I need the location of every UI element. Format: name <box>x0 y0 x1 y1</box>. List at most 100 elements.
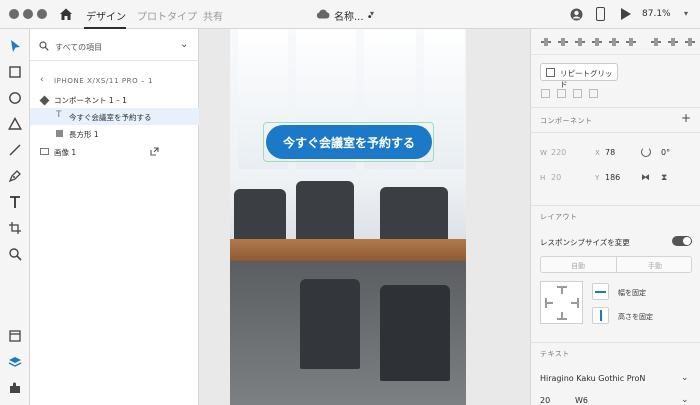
fix-height-button[interactable] <box>592 307 609 324</box>
canvas[interactable]: 今すぐ会議室を予約する <box>199 29 530 405</box>
align-right-icon[interactable] <box>626 37 636 47</box>
layer-label: コンポーネント 1 – 1 <box>54 96 127 105</box>
title-bar: デザイン プロトタイプ 共有 名称... • ▾ 87.1% ▾ <box>0 0 700 29</box>
flip-horizontal-icon[interactable]: ⧓ <box>641 173 650 183</box>
rotate-icon <box>641 147 651 157</box>
artboard-iphone[interactable]: 今すぐ会議室を予約する <box>230 29 466 405</box>
ellipse-tool-icon[interactable] <box>8 91 22 105</box>
align-toolbar <box>531 29 700 55</box>
tab-prototype[interactable]: プロトタイプ <box>137 8 197 23</box>
artboard-breadcrumb[interactable]: ‹ IPHONE X/XS/11 PRO – 1 <box>30 73 199 89</box>
tab-share[interactable]: 共有 <box>203 8 223 23</box>
component-icon <box>39 95 50 106</box>
font-family-select[interactable]: Hiragino Kaku Gothic ProN <box>540 374 645 383</box>
y-field[interactable]: 186 <box>605 173 620 182</box>
filter-label: すべての項目 <box>55 43 103 52</box>
seg-manual[interactable]: 手動 <box>648 261 662 271</box>
layer-filter[interactable]: すべての項目 ⌄ <box>30 29 199 61</box>
zoom-tool-icon[interactable] <box>8 247 22 261</box>
fix-width-button[interactable] <box>592 283 609 300</box>
flip-vertical-icon[interactable]: ⧗ <box>661 173 667 183</box>
property-inspector: リピートグリッド コンポーネント + W 220 X 78 0° H 20 Y … <box>530 29 700 405</box>
artboard-tool-icon[interactable] <box>8 221 22 235</box>
font-weight-select[interactable]: W6 <box>575 396 588 405</box>
cta-button[interactable]: 今すぐ会議室を予約する <box>266 125 432 159</box>
layer-label: 画像 1 <box>54 148 77 157</box>
fix-height-label: 高さを固定 <box>618 313 653 321</box>
user-icon[interactable] <box>570 8 583 21</box>
distribute-spacing-icon[interactable] <box>685 37 695 47</box>
align-middle-icon[interactable] <box>558 37 568 47</box>
text-section-title: テキスト <box>540 350 570 358</box>
font-size-field[interactable]: 20 <box>540 396 550 405</box>
constraint-widget[interactable] <box>540 281 583 324</box>
line-tool-icon[interactable] <box>8 143 22 157</box>
window-zoom-button[interactable] <box>37 9 47 19</box>
distribute-vertical-icon[interactable] <box>668 37 678 47</box>
image-icon <box>40 148 49 155</box>
chevron-down-icon[interactable]: ⌄ <box>180 39 188 50</box>
text-icon: T <box>56 110 62 120</box>
height-field[interactable]: 20 <box>551 173 561 182</box>
chevron-left-icon[interactable]: ‹ <box>40 75 44 85</box>
layers-panel-icon[interactable] <box>8 355 22 369</box>
play-icon[interactable] <box>621 8 631 20</box>
layers-panel: すべての項目 ⌄ ‹ IPHONE X/XS/11 PRO – 1 コンポーネン… <box>30 29 199 405</box>
chevron-down-icon[interactable]: ⌄ <box>681 373 689 383</box>
width-field[interactable]: 220 <box>551 148 566 157</box>
layer-item-component[interactable]: コンポーネント 1 – 1 <box>30 91 199 108</box>
layer-item-text[interactable]: T 今すぐ会議室を予約する <box>30 108 199 125</box>
plugins-panel-icon[interactable] <box>8 381 22 395</box>
tab-design[interactable]: デザイン <box>86 8 126 23</box>
pen-tool-icon[interactable] <box>8 169 22 183</box>
search-icon <box>39 41 49 51</box>
rectangle-tool-icon[interactable] <box>8 65 22 79</box>
layer-item-rectangle[interactable]: 長方形 1 <box>30 125 199 142</box>
layer-item-image[interactable]: 画像 1 <box>30 143 199 160</box>
boolean-intersect-icon[interactable] <box>573 89 582 98</box>
grid-icon <box>546 68 555 77</box>
height-label: H <box>540 174 546 182</box>
align-left-icon[interactable] <box>592 37 602 47</box>
distribute-horizontal-icon[interactable] <box>651 37 661 47</box>
chevron-down-icon[interactable]: ▾ <box>684 9 688 18</box>
tool-bar <box>0 29 30 405</box>
boolean-add-icon[interactable] <box>541 89 550 98</box>
align-top-icon[interactable] <box>541 37 551 47</box>
window-minimize-button[interactable] <box>23 9 33 19</box>
layer-label: 長方形 1 <box>69 130 99 139</box>
seg-auto[interactable]: 自動 <box>571 261 585 271</box>
window-close-button[interactable] <box>9 9 19 19</box>
height-pin-icon <box>600 310 602 321</box>
assets-panel-icon[interactable] <box>8 329 22 343</box>
y-label: Y <box>595 174 600 182</box>
add-state-icon[interactable]: + <box>681 111 691 125</box>
repeat-grid-label: リピートグリッド <box>560 69 613 89</box>
x-field[interactable]: 78 <box>605 148 615 157</box>
width-pin-icon <box>595 291 606 293</box>
repeat-grid-button[interactable]: リピートグリッド <box>540 63 618 89</box>
boolean-subtract-icon[interactable] <box>557 89 566 98</box>
cloud-icon <box>316 9 330 19</box>
polygon-tool-icon[interactable] <box>8 117 22 131</box>
chevron-down-icon[interactable]: ⌄ <box>681 395 689 405</box>
align-bottom-icon[interactable] <box>575 37 585 47</box>
artboard-name: IPHONE X/XS/11 PRO – 1 <box>54 77 154 85</box>
open-external-icon[interactable] <box>150 147 159 156</box>
responsive-resize-toggle[interactable] <box>672 236 692 246</box>
chevron-down-icon[interactable]: ▾ <box>370 9 374 18</box>
mobile-preview-icon[interactable] <box>596 7 605 21</box>
rectangle-icon <box>56 130 63 137</box>
zoom-level[interactable]: 87.1% <box>642 9 671 19</box>
width-label: W <box>540 149 547 157</box>
text-tool-icon[interactable] <box>8 195 22 209</box>
document-title[interactable]: 名称... • <box>334 8 373 23</box>
resize-mode-control: 自動 手動 <box>540 256 692 273</box>
responsive-resize-label: レスポンシブサイズを変更 <box>540 238 630 247</box>
component-section-title: コンポーネント <box>540 117 593 125</box>
boolean-exclude-icon[interactable] <box>589 89 598 98</box>
align-center-icon[interactable] <box>609 37 619 47</box>
rotation-field[interactable]: 0° <box>661 148 670 157</box>
select-tool-icon[interactable] <box>8 39 22 53</box>
home-icon[interactable] <box>59 7 73 21</box>
